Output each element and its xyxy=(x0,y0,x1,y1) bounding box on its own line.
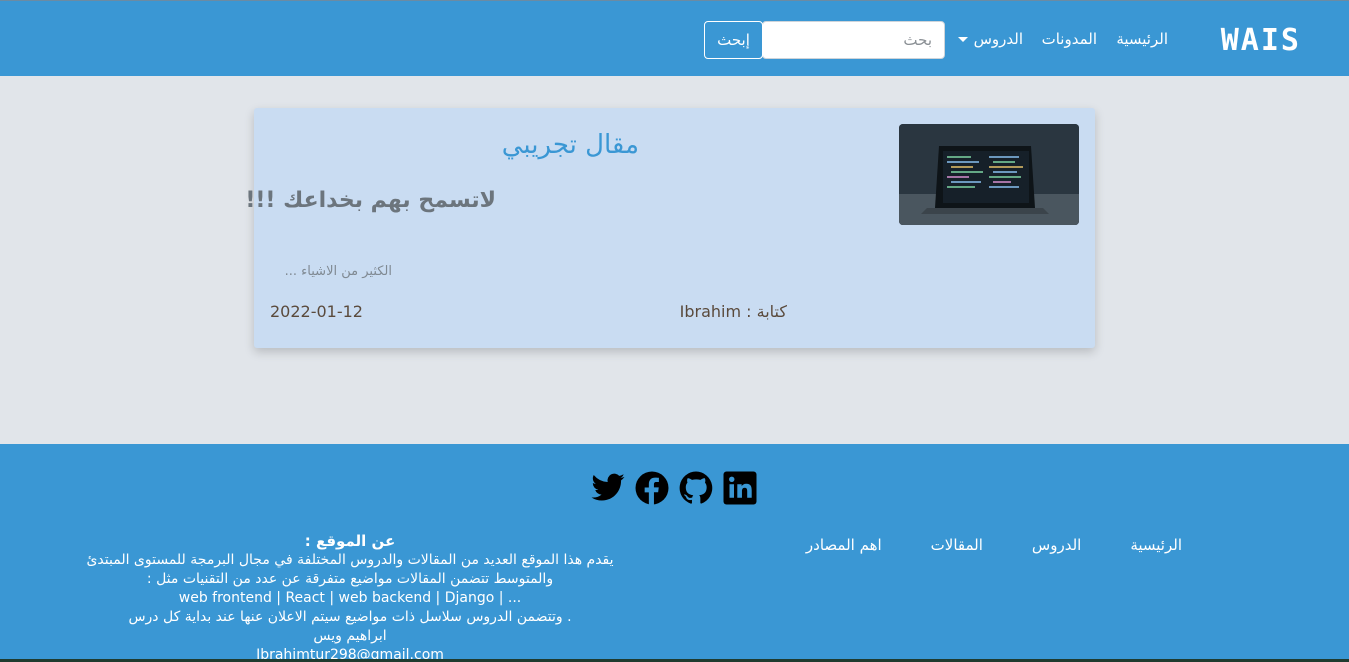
footer-link-resources[interactable]: اهم المصادر xyxy=(806,536,882,554)
article-excerpt: الكثير من الاشياء ... xyxy=(284,264,392,279)
article-subtitle: لاتسمح بهم بخداعك !!! xyxy=(245,188,496,213)
search-input[interactable] xyxy=(762,21,945,59)
article-thumbnail[interactable] xyxy=(899,124,1079,225)
nav-home-link[interactable]: الرئيسية xyxy=(1116,30,1168,48)
article-title[interactable]: مقال تجريبي xyxy=(502,130,639,160)
footer-links: الرئيسية الدروس المقالات اهم المصادر xyxy=(757,536,1182,554)
linkedin-icon[interactable] xyxy=(722,470,758,506)
nav-blogs-link[interactable]: المدونات xyxy=(1042,30,1097,48)
footer-link-lessons[interactable]: الدروس xyxy=(1032,536,1081,554)
about-line: يقدم هذا الموقع العديد من المقالات والدر… xyxy=(86,552,614,568)
facebook-icon[interactable] xyxy=(634,470,670,506)
article-author: كتابة : Ibrahim xyxy=(679,302,787,321)
brand-logo[interactable]: WAIS xyxy=(1221,23,1301,58)
about-line: . وتتضمن الدروس سلاسل ذات مواضيع سيتم ال… xyxy=(128,609,572,625)
about-tech-list: web frontend | React | web backend | Dja… xyxy=(178,590,522,606)
caret-down-icon xyxy=(957,37,968,42)
footer-link-home[interactable]: الرئيسية xyxy=(1130,536,1182,554)
twitter-icon[interactable] xyxy=(590,470,626,506)
search-button[interactable]: إبحث xyxy=(704,21,763,59)
footer: الرئيسية الدروس المقالات اهم المصادر عن … xyxy=(0,444,1349,662)
footer-link-articles[interactable]: المقالات xyxy=(931,536,983,554)
about-title: عن الموقع : xyxy=(304,532,396,550)
nav-lessons-label: الدروس xyxy=(973,30,1023,48)
laptop-image xyxy=(899,124,1079,225)
about-line: والمتوسط تتضمن المقالات مواضيع متفرقة عن… xyxy=(146,571,554,587)
about-author-name: ابراهيم ويس xyxy=(313,628,387,644)
about-section: عن الموقع : يقدم هذا الموقع العديد من ال… xyxy=(30,532,670,662)
nav-lessons-dropdown[interactable]: الدروس xyxy=(957,30,1023,48)
article-card[interactable]: مقال تجريبي لاتسمح بهم بخداعك !!! الكثير… xyxy=(245,108,1095,348)
github-icon[interactable] xyxy=(678,470,714,506)
social-links xyxy=(590,470,766,506)
navbar: WAIS الرئيسية المدونات الدروس إبحث xyxy=(0,0,1349,76)
article-date: 2022-01-12 xyxy=(270,302,363,321)
